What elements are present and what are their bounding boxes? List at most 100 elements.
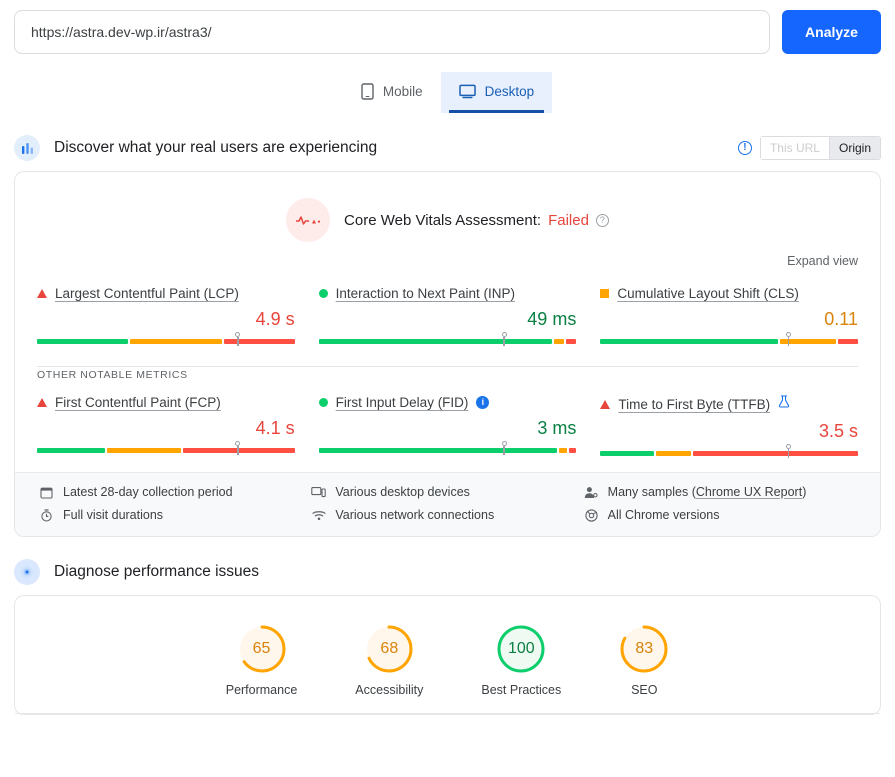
metric-fcp-value: 4.1 s [255, 418, 295, 438]
devices-icon [311, 486, 327, 498]
gauge-seo-label: SEO [631, 683, 658, 697]
cwv-assessment-status: Failed [548, 211, 589, 229]
tab-desktop-label: Desktop [484, 84, 535, 99]
gauge-seo-score: 83 [635, 640, 654, 657]
metric-ttfb: Time to First Byte (TTFB) 3.5 s [600, 391, 858, 458]
gauge-performance[interactable]: 65 Performance [225, 624, 298, 697]
wifi-icon [311, 510, 326, 521]
question-mark-icon[interactable]: ? [595, 213, 609, 227]
metric-cls-value: 0.11 [824, 309, 858, 329]
meta-devices: Various desktop devices [311, 485, 583, 499]
stopwatch-icon [39, 508, 54, 522]
gauge-best-practices[interactable]: 100 Best Practices [481, 624, 561, 697]
circle-pass-icon [318, 289, 328, 298]
metric-cls: Cumulative Layout Shift (CLS) 0.11 [600, 282, 858, 346]
cwv-assessment-label: Core Web Vitals Assessment: [344, 211, 542, 229]
metric-fid-value: 3 ms [537, 418, 577, 438]
lab-data-title: Diagnose performance issues [54, 563, 260, 580]
scope-origin-button[interactable]: Origin [828, 136, 881, 160]
gauge-performance-label: Performance [225, 683, 298, 697]
expand-view-link[interactable]: Expand view [787, 254, 858, 268]
metric-fcp-needle [234, 441, 241, 455]
metric-fid-name[interactable]: First Input Delay (FID) [336, 395, 469, 410]
circle-pass-icon [318, 398, 328, 407]
metric-fcp-bar [37, 441, 295, 455]
info-badge-icon[interactable]: i [476, 396, 490, 409]
chrome-ux-report-link[interactable]: Chrome UX Report [696, 485, 802, 499]
metric-ttfb-needle [785, 444, 792, 458]
metric-lcp-value: 4.9 s [255, 309, 295, 329]
analyze-button[interactable]: Analyze [782, 10, 881, 54]
scope-this-url-button[interactable]: This URL [759, 136, 829, 160]
meta-collection-period: Latest 28-day collection period [39, 485, 311, 499]
metric-cls-name[interactable]: Cumulative Layout Shift (CLS) [617, 286, 799, 301]
lighthouse-gauges: 65 Performance 68 Accessibility 100 Best… [15, 596, 880, 713]
metric-lcp-bar [37, 332, 295, 346]
meta-visit-durations: Full visit durations [39, 508, 311, 522]
metric-ttfb-value: 3.5 s [818, 421, 858, 441]
tab-mobile-label: Mobile [382, 84, 423, 99]
meta-chrome-versions: All Chrome versions [584, 508, 856, 522]
gauge-seo-ring: 83 [619, 624, 669, 674]
gauge-seo[interactable]: 83 SEO [619, 624, 669, 697]
tab-mobile[interactable]: Mobile [343, 72, 441, 113]
meta-devices-text: Various desktop devices [335, 485, 470, 499]
metric-cls-needle [785, 332, 792, 346]
desktop-icon [458, 84, 476, 99]
tab-desktop[interactable]: Desktop [440, 72, 553, 113]
meta-visit-durations-text: Full visit durations [63, 508, 164, 522]
triangle-fail-icon [37, 398, 47, 407]
scope-toggle-group: ! This URL Origin [737, 136, 881, 160]
core-web-vitals-card: Core Web Vitals Assessment: Failed ? Exp… [14, 171, 881, 537]
gauges-divider [15, 713, 880, 714]
meta-network-text: Various network connections [335, 508, 495, 522]
field-data-icon [14, 135, 40, 161]
other-notable-metrics: First Contentful Paint (FCP) 4.1 s First… [15, 381, 880, 472]
meta-samples: Many samples (Chrome UX Report) [584, 485, 856, 499]
device-tab-bar: Mobile Desktop [0, 72, 895, 113]
metric-ttfb-name[interactable]: Time to First Byte (TTFB) [618, 397, 770, 412]
meta-collection-period-text: Latest 28-day collection period [63, 485, 233, 499]
pagespeed-insights-report: Analyze Mobile D [0, 0, 895, 777]
url-analyze-bar: Analyze [0, 0, 895, 54]
meta-network: Various network connections [311, 508, 583, 522]
gauge-accessibility[interactable]: 68 Accessibility [355, 624, 423, 697]
meta-samples-prefix: Many samples ( [607, 485, 696, 499]
metric-inp-needle [501, 332, 508, 346]
metric-lcp-name[interactable]: Largest Contentful Paint (LCP) [55, 286, 239, 301]
metric-ttfb-bar [600, 444, 858, 458]
gauge-best-practices-ring: 100 [496, 624, 546, 674]
pulse-icon [286, 198, 331, 242]
lighthouse-scores-card: 65 Performance 68 Accessibility 100 Best… [14, 595, 881, 715]
triangle-fail-icon [37, 289, 47, 298]
metric-inp-name[interactable]: Interaction to Next Paint (INP) [336, 286, 515, 301]
collection-metadata: Latest 28-day collection period Various … [15, 472, 880, 536]
cwv-assessment-text: Core Web Vitals Assessment: Failed ? [344, 212, 609, 229]
field-data-title: Discover what your real users are experi… [54, 139, 378, 156]
metric-fcp-name[interactable]: First Contentful Paint (FCP) [55, 395, 221, 410]
core-web-vitals-metrics: Largest Contentful Paint (LCP) 4.9 s Int… [15, 272, 880, 360]
gauge-accessibility-score: 68 [380, 640, 399, 657]
users-icon [584, 486, 599, 499]
metric-cls-bar [600, 332, 858, 346]
metric-fid-needle [501, 441, 508, 455]
field-data-section-header: Discover what your real users are experi… [0, 135, 895, 161]
expand-view-row: Expand view [15, 246, 880, 272]
cwv-assessment-row: Core Web Vitals Assessment: Failed ? [15, 172, 880, 246]
calendar-icon [39, 486, 54, 499]
lab-data-section-header: Diagnose performance issues [0, 559, 895, 585]
other-metrics-label: OTHER NOTABLE METRICS [37, 369, 188, 381]
gauge-best-practices-label: Best Practices [481, 683, 562, 697]
experiment-flask-icon[interactable] [778, 395, 790, 413]
mobile-icon [361, 83, 374, 100]
gauge-accessibility-label: Accessibility [355, 683, 424, 697]
metric-inp: Interaction to Next Paint (INP) 49 ms [318, 282, 577, 346]
square-average-icon [600, 289, 610, 298]
metric-inp-bar [318, 332, 577, 346]
url-input[interactable] [14, 10, 770, 54]
meta-samples-suffix: ) [802, 485, 807, 499]
info-icon[interactable]: ! [737, 141, 752, 155]
metric-fid: First Input Delay (FID) i 3 ms [318, 391, 577, 458]
metric-fcp: First Contentful Paint (FCP) 4.1 s [37, 391, 295, 458]
gauge-best-practices-score: 100 [507, 640, 535, 657]
